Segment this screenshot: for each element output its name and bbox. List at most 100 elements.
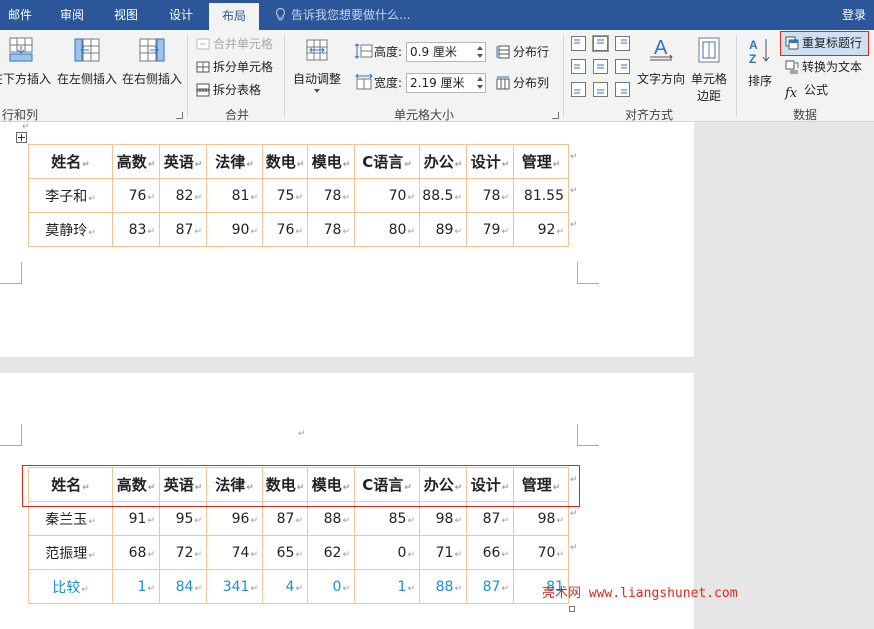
convert-to-text-button[interactable]: 转换为文本 (785, 57, 862, 77)
sort-label: 排序 (747, 74, 772, 88)
header-cell[interactable]: 数电↵ (262, 144, 308, 179)
score-cell[interactable]: 68↵ (112, 535, 160, 570)
insert-below-label: 在下方插入 (0, 72, 51, 86)
compare-cell[interactable]: 4↵ (262, 569, 308, 604)
split-table-icon (196, 83, 210, 97)
text-direction-button[interactable]: A 文字方向 (636, 34, 686, 87)
name-cell[interactable]: 李子和↵ (28, 178, 113, 213)
score-cell[interactable]: 75↵ (262, 178, 308, 213)
tab-view[interactable]: 视图 (104, 0, 148, 30)
compare-label-cell[interactable]: 比较↵ (28, 569, 113, 604)
tab-review[interactable]: 审阅 (52, 0, 92, 30)
compare-cell[interactable]: 1↵ (354, 569, 420, 604)
header-cell[interactable]: 办公↵ (419, 144, 467, 179)
score-cell[interactable]: 76↵ (112, 178, 160, 213)
insert-below-button[interactable]: 在下方插入 (0, 34, 52, 87)
table-move-handle-icon[interactable] (16, 132, 27, 143)
align-top-center-button[interactable] (592, 35, 609, 52)
score-cell[interactable]: 90↵ (206, 212, 263, 247)
spin-down-icon[interactable] (477, 85, 483, 89)
compare-cell[interactable]: 0↵ (307, 569, 355, 604)
spin-up-icon[interactable] (477, 77, 483, 81)
score-cell[interactable]: 70↵ (354, 178, 420, 213)
tab-mailings[interactable]: 邮件 (0, 0, 40, 30)
score-cell[interactable]: 92↵ (513, 212, 569, 247)
margin-corner-mark (577, 262, 599, 284)
group-label-data: 数据 (792, 108, 817, 122)
insert-right-label: 在右侧插入 (121, 72, 182, 86)
compare-cell[interactable]: 88↵ (419, 569, 467, 604)
score-cell[interactable]: 65↵ (262, 535, 308, 570)
score-cell[interactable]: 82↵ (159, 178, 207, 213)
compare-cell[interactable]: 341↵ (206, 569, 263, 604)
repeated-header-highlight (22, 465, 580, 507)
column-width-input[interactable]: 2.19 厘米 (406, 73, 486, 93)
score-cell[interactable]: 89↵ (419, 212, 467, 247)
cell-size-launcher-icon[interactable] (552, 112, 559, 119)
score-cell[interactable]: 87↵ (159, 212, 207, 247)
align-bottom-right-button[interactable] (614, 81, 631, 98)
header-cell[interactable]: 姓名↵ (28, 144, 113, 179)
split-cells-button[interactable]: 拆分单元格 (196, 57, 273, 77)
distribute-rows-button[interactable]: 分布行 (496, 42, 549, 62)
align-bottom-center-button[interactable] (592, 81, 609, 98)
header-cell[interactable]: C语言↵ (354, 144, 420, 179)
align-top-right-button[interactable] (614, 35, 631, 52)
score-cell[interactable]: 80↵ (354, 212, 420, 247)
compare-cell[interactable]: 84↵ (159, 569, 207, 604)
lightbulb-icon (276, 8, 285, 21)
row-height-input[interactable]: 0.9 厘米 (406, 42, 486, 62)
insert-right-button[interactable]: 在右侧插入 (120, 34, 184, 87)
align-bottom-left-button[interactable] (570, 81, 587, 98)
cell-margins-button[interactable]: 单元格 边距 (688, 34, 730, 104)
tab-layout[interactable]: 布局 (209, 3, 259, 30)
score-cell[interactable]: 79↵ (466, 212, 514, 247)
rows-cols-launcher-icon[interactable] (176, 112, 183, 119)
header-cell[interactable]: 模电↵ (307, 144, 355, 179)
name-cell[interactable]: 莫静玲↵ (28, 212, 113, 247)
score-cell[interactable]: 78↵ (466, 178, 514, 213)
login-link[interactable]: 登录 (842, 0, 866, 30)
paragraph-mark: ↵ (22, 122, 30, 132)
score-cell[interactable]: 0↵ (354, 535, 420, 570)
header-cell[interactable]: 高数↵ (112, 144, 160, 179)
spin-down-icon[interactable] (477, 54, 483, 58)
split-table-button[interactable]: 拆分表格 (196, 80, 261, 100)
score-cell[interactable]: 76↵ (262, 212, 308, 247)
name-cell[interactable]: 范振理↵ (28, 535, 113, 570)
table-resize-handle[interactable] (569, 606, 575, 612)
score-cell[interactable]: 78↵ (307, 212, 355, 247)
tell-me-search[interactable]: 告诉我您想要做什么... (275, 0, 410, 30)
header-cell[interactable]: 法律↵ (206, 144, 263, 179)
merge-cells-button[interactable]: 合并单元格 (196, 34, 273, 54)
insert-left-button[interactable]: 在左侧插入 (55, 34, 119, 87)
tab-design[interactable]: 设计 (160, 0, 202, 30)
compare-cell[interactable]: 87↵ (466, 569, 514, 604)
distribute-cols-button[interactable]: 分布列 (496, 73, 549, 93)
sort-button[interactable]: A Z 排序 (742, 34, 778, 89)
score-cell[interactable]: 88.5↵ (419, 178, 467, 213)
align-middle-left-button[interactable] (570, 58, 587, 75)
score-cell[interactable]: 70↵ (513, 535, 569, 570)
autofit-button[interactable]: 自动调整 (290, 34, 344, 93)
score-cell[interactable]: 72↵ (159, 535, 207, 570)
score-cell[interactable]: 78↵ (307, 178, 355, 213)
score-cell[interactable]: 74↵ (206, 535, 263, 570)
score-cell[interactable]: 81↵ (206, 178, 263, 213)
row-height-icon (355, 43, 373, 59)
score-cell[interactable]: 83↵ (112, 212, 160, 247)
align-middle-center-button[interactable] (592, 58, 609, 75)
align-top-left-button[interactable] (570, 35, 587, 52)
formula-button[interactable]: fx 公式 (785, 80, 828, 101)
repeat-header-rows-button[interactable]: 重复标题行 (785, 33, 862, 53)
align-middle-right-button[interactable] (614, 58, 631, 75)
score-cell[interactable]: 62↵ (307, 535, 355, 570)
score-cell[interactable]: 81.55 (513, 178, 569, 213)
compare-cell[interactable]: 1↵ (112, 569, 160, 604)
header-cell[interactable]: 英语↵ (159, 144, 207, 179)
header-cell[interactable]: 设计↵ (466, 144, 514, 179)
spin-up-icon[interactable] (477, 46, 483, 50)
header-cell[interactable]: 管理↵ (513, 144, 569, 179)
score-cell[interactable]: 66↵ (466, 535, 514, 570)
score-cell[interactable]: 71↵ (419, 535, 467, 570)
